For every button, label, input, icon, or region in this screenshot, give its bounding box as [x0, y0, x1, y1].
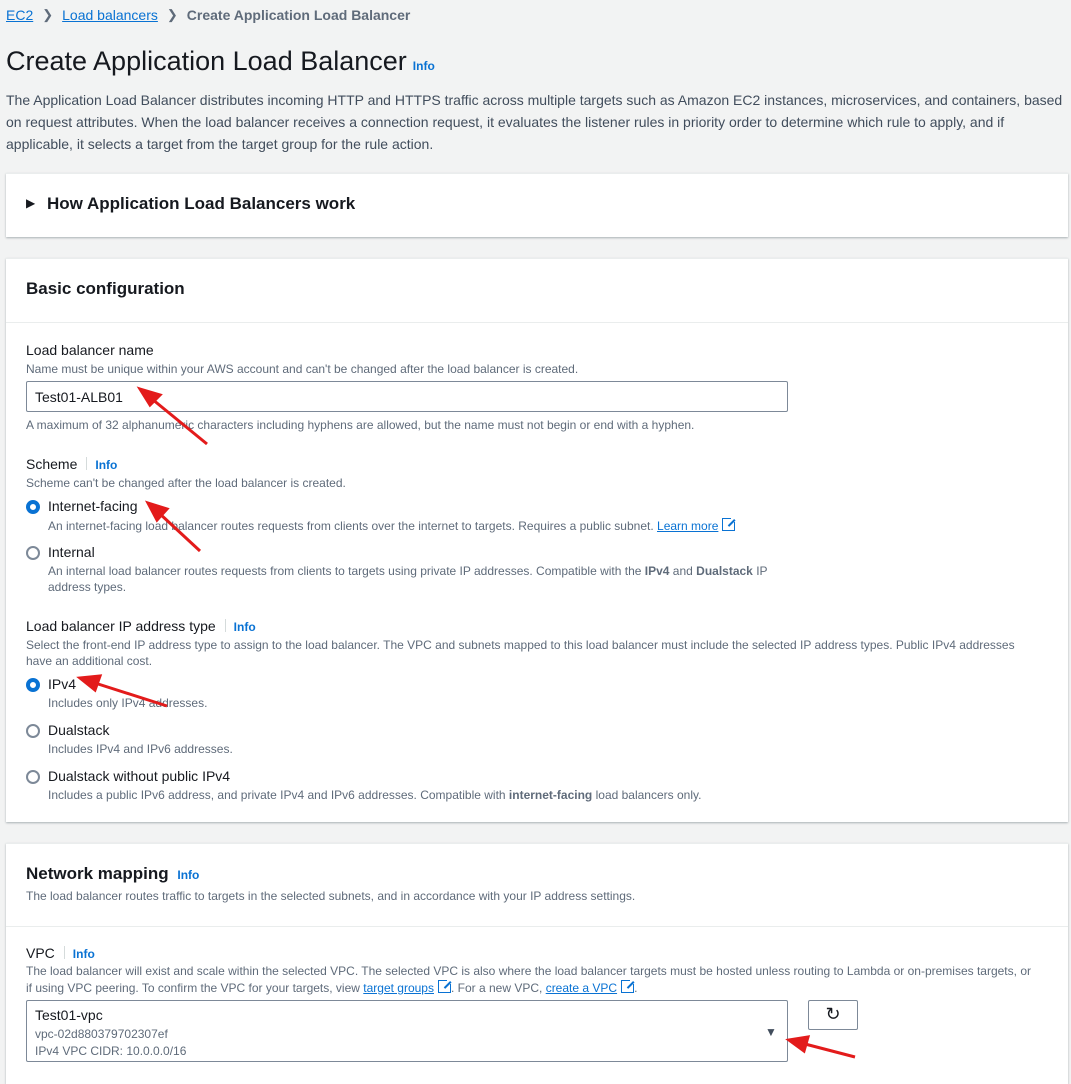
dualstack-label[interactable]: Dualstack: [48, 722, 109, 738]
page-description: The Application Load Balancer distribute…: [6, 92, 1063, 152]
target-groups-link[interactable]: target groups: [363, 981, 434, 995]
network-mapping-header: Network mapping Info The load balancer r…: [6, 844, 1068, 927]
vpc-description-line2: if using VPC peering. To confirm the VPC…: [26, 978, 637, 995]
internal-description-text: and: [669, 564, 697, 578]
vpc-description: The load balancer will exist and scale w…: [26, 964, 1031, 978]
ip-type-label-text: Load balancer IP address type: [26, 618, 216, 634]
internal-radio[interactable]: [26, 546, 40, 560]
internal-description-text: An internal load balancer routes request…: [48, 564, 645, 578]
ip-type-description-line2: have an additional cost.: [26, 654, 153, 668]
ip-type-info-link[interactable]: Info: [234, 620, 256, 634]
lb-name-label: Load balancer name: [26, 342, 154, 358]
chevron-right-icon: ❯: [42, 7, 54, 22]
internal-description-bold: IPv4: [644, 564, 670, 578]
internal-description-bold: Dualstack: [696, 564, 753, 578]
internet-facing-description-text: An internet-facing load balancer routes …: [48, 519, 654, 533]
lb-name-description: Name must be unique within your AWS acco…: [26, 362, 579, 376]
page-title-text: Create Application Load Balancer: [6, 46, 407, 76]
scheme-description: Scheme can't be changed after the load b…: [26, 476, 346, 490]
scheme-info-link[interactable]: Info: [95, 458, 117, 472]
vpc-description-text: . For a new VPC,: [450, 981, 546, 995]
page-title: Create Application Load Balancer Info: [6, 46, 435, 77]
breadcrumb-current: Create Application Load Balancer: [186, 7, 411, 23]
ipv4-label[interactable]: IPv4: [48, 676, 76, 692]
breadcrumb-load-balancers[interactable]: Load balancers: [62, 7, 158, 23]
caret-down-icon: ▼: [765, 1025, 777, 1039]
vpc-select-cidr: IPv4 VPC CIDR: 10.0.0.0/16: [35, 1044, 187, 1058]
internal-label[interactable]: Internal: [48, 544, 95, 560]
scheme-label-text: Scheme: [26, 456, 78, 472]
page-info-link[interactable]: Info: [413, 59, 435, 73]
vpc-select-id: vpc-02d880379702307ef: [35, 1027, 168, 1041]
vpc-label-text: VPC: [26, 945, 55, 961]
dualstack-description-bold: internet-facing: [508, 788, 593, 802]
dualstack-no-public-ipv4-label[interactable]: Dualstack without public IPv4: [48, 768, 230, 784]
divider: [224, 619, 226, 632]
refresh-icon: ↻: [825, 1004, 841, 1024]
learn-more-link[interactable]: Learn more: [657, 519, 718, 533]
network-mapping-info-link[interactable]: Info: [177, 868, 199, 882]
dualstack-radio[interactable]: [26, 724, 40, 738]
internal-description-text: IP: [752, 564, 768, 578]
divider: [86, 457, 88, 470]
external-link-icon: [437, 978, 453, 993]
external-link-icon: [722, 516, 738, 531]
ipv4-radio[interactable]: [26, 678, 40, 692]
ipv4-description: Includes only IPv4 addresses.: [48, 696, 208, 710]
lb-name-constraint: A maximum of 32 alphanumeric characters …: [26, 418, 695, 432]
ip-type-label: Load balancer IP address type Info: [26, 618, 256, 634]
internal-description-line2: address types.: [48, 580, 127, 594]
dualstack-description-text: Includes a public IPv6 address, and priv…: [48, 788, 509, 802]
basic-configuration-header: Basic configuration: [6, 259, 1068, 323]
internet-facing-description: An internet-facing load balancer routes …: [48, 516, 738, 533]
refresh-vpc-button[interactable]: ↻: [808, 1000, 858, 1030]
divider: [63, 946, 65, 959]
dualstack-no-public-ipv4-description: Includes a public IPv6 address, and priv…: [48, 788, 701, 802]
network-mapping-title: Network mapping Info: [26, 864, 199, 884]
dualstack-no-public-ipv4-radio[interactable]: [26, 770, 40, 784]
vpc-info-link[interactable]: Info: [73, 947, 95, 961]
network-mapping-title-text: Network mapping: [26, 864, 169, 883]
dualstack-description-text: load balancers only.: [592, 788, 702, 802]
internet-facing-label[interactable]: Internet-facing: [48, 498, 138, 514]
create-vpc-link[interactable]: create a VPC: [546, 981, 617, 995]
vpc-description-text: if using VPC peering. To confirm the VPC…: [26, 981, 364, 995]
chevron-right-icon: ❯: [166, 7, 178, 22]
breadcrumb: EC2 ❯ Load balancers ❯ Create Applicatio…: [6, 7, 410, 23]
vpc-label: VPC Info: [26, 945, 95, 961]
vpc-select[interactable]: Test01-vpc vpc-02d880379702307ef IPv4 VP…: [26, 1000, 788, 1062]
lb-name-input[interactable]: Test01-ALB01: [26, 381, 788, 412]
vpc-select-name: Test01-vpc: [35, 1007, 103, 1023]
lb-name-value: Test01-ALB01: [35, 389, 123, 405]
basic-configuration-title: Basic configuration: [26, 279, 185, 298]
basic-configuration-panel: Basic configuration Load balancer name N…: [6, 258, 1068, 822]
external-link-icon: [621, 978, 637, 993]
dualstack-description: Includes IPv4 and IPv6 addresses.: [48, 742, 233, 756]
internal-description: An internal load balancer routes request…: [48, 564, 768, 578]
breadcrumb-ec2[interactable]: EC2: [6, 7, 33, 23]
ip-type-description: Select the front-end IP address type to …: [26, 638, 1015, 652]
scheme-label: Scheme Info: [26, 456, 117, 472]
network-mapping-description: The load balancer routes traffic to targ…: [26, 889, 636, 903]
internet-facing-radio[interactable]: [26, 500, 40, 514]
how-alb-works-expander[interactable]: ▶ How Application Load Balancers work: [6, 173, 1068, 237]
expander-title[interactable]: How Application Load Balancers work: [47, 194, 355, 214]
caret-right-icon: ▶: [26, 196, 36, 210]
network-mapping-panel: Network mapping Info The load balancer r…: [6, 843, 1068, 1084]
